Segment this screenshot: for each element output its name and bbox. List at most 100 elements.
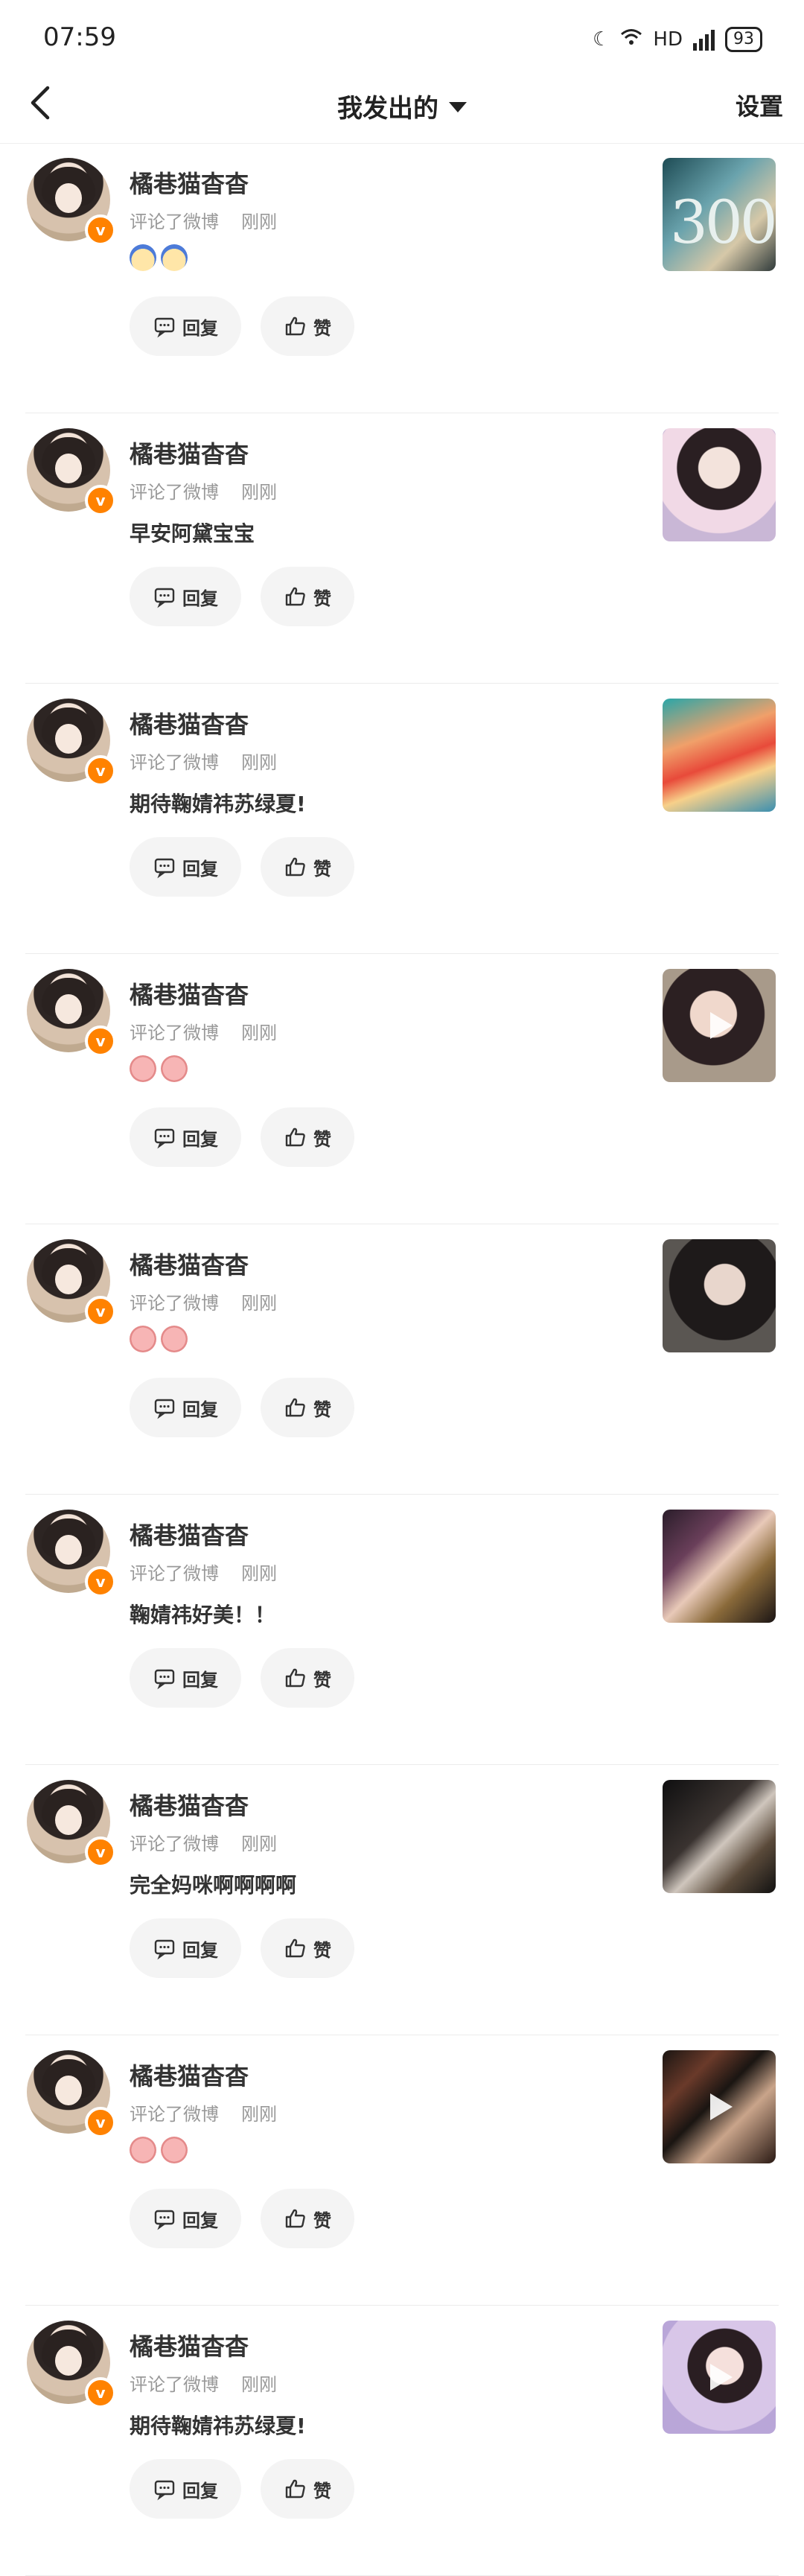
avatar[interactable]: v: [27, 2321, 116, 2408]
timestamp: 刚刚: [241, 1023, 277, 1043]
comment-text: 完全妈咪啊啊啊啊: [130, 1873, 297, 1898]
weibo-thumbnail[interactable]: 300: [663, 158, 776, 271]
avatar[interactable]: v: [27, 158, 116, 246]
comment-icon: [154, 1399, 175, 1419]
like-button[interactable]: 赞: [261, 1918, 354, 1978]
weibo-thumbnail[interactable]: [663, 2321, 776, 2434]
avatar-face: [55, 454, 82, 483]
weibo-thumbnail[interactable]: [663, 1239, 776, 1352]
user-name[interactable]: 橘巷猫杳杳: [130, 1517, 249, 1551]
thumbnail-text: 300: [670, 188, 776, 257]
thumbs-up-icon: [285, 857, 305, 877]
like-button[interactable]: 赞: [261, 567, 354, 626]
like-button[interactable]: 赞: [261, 1107, 354, 1167]
reply-button[interactable]: 回复: [130, 837, 241, 897]
avatar[interactable]: v: [27, 1239, 116, 1327]
comment-item[interactable]: v 橘巷猫杳杳 评论了微博 刚刚 回复 赞: [25, 954, 779, 1224]
reply-button[interactable]: 回复: [130, 296, 241, 356]
weibo-thumbnail[interactable]: [663, 2050, 776, 2163]
weibo-thumbnail[interactable]: [663, 969, 776, 1082]
verified-badge-icon: v: [85, 755, 116, 786]
action-text: 评论了微博: [130, 1563, 219, 1584]
weibo-thumbnail[interactable]: [663, 699, 776, 812]
comment-item[interactable]: v 橘巷猫杳杳 评论了微博 刚刚 期待鞠婧祎苏绿夏! 回复 赞: [25, 2306, 779, 2576]
user-name[interactable]: 橘巷猫杳杳: [130, 976, 249, 1011]
comment-icon: [154, 2210, 175, 2230]
thumbs-up-icon: [285, 2209, 305, 2228]
avatar-face: [55, 1535, 82, 1565]
timestamp: 刚刚: [241, 2104, 277, 2125]
reply-button[interactable]: 回复: [130, 2189, 241, 2248]
action-buttons: 回复 赞: [130, 2459, 354, 2519]
like-button[interactable]: 赞: [261, 2189, 354, 2248]
comment-item[interactable]: v 橘巷猫杳杳 评论了微博 刚刚 回复 赞: [25, 1224, 779, 1495]
verified-badge-icon: v: [85, 485, 116, 516]
baby-emoji-icon: [130, 244, 156, 271]
user-name[interactable]: 橘巷猫杳杳: [130, 1247, 249, 1281]
avatar[interactable]: v: [27, 969, 116, 1057]
thumbs-up-icon: [285, 587, 305, 606]
reply-label: 回复: [182, 1939, 218, 1961]
timestamp: 刚刚: [241, 1563, 277, 1584]
comment-meta: 评论了微博 刚刚: [130, 748, 277, 774]
action-buttons: 回复 赞: [130, 1648, 354, 1708]
timestamp: 刚刚: [241, 1834, 277, 1854]
comment-text: 期待鞠婧祎苏绿夏!: [130, 792, 306, 816]
reply-button[interactable]: 回复: [130, 1918, 241, 1978]
thumbs-up-icon: [285, 1128, 305, 1147]
timestamp: 刚刚: [241, 482, 277, 503]
like-button[interactable]: 赞: [261, 837, 354, 897]
avatar-face: [55, 1805, 82, 1835]
reply-label: 回复: [182, 858, 218, 880]
comment-item[interactable]: v 橘巷猫杳杳 评论了微博 刚刚 期待鞠婧祎苏绿夏! 回复 赞: [25, 684, 779, 954]
avatar[interactable]: v: [27, 1510, 116, 1597]
avatar-face: [55, 994, 82, 1024]
baby-emoji-icon: [161, 244, 188, 271]
avatar[interactable]: v: [27, 2050, 116, 2138]
avatar[interactable]: v: [27, 699, 116, 786]
user-name[interactable]: 橘巷猫杳杳: [130, 1787, 249, 1822]
user-name[interactable]: 橘巷猫杳杳: [130, 2328, 249, 2362]
weibo-thumbnail[interactable]: [663, 428, 776, 541]
user-name[interactable]: 橘巷猫杳杳: [130, 706, 249, 740]
wifi-icon: [620, 28, 642, 52]
like-button[interactable]: 赞: [261, 1378, 354, 1437]
reply-button[interactable]: 回复: [130, 1378, 241, 1437]
settings-button[interactable]: 设置: [736, 88, 783, 122]
comment-meta: 评论了微博 刚刚: [130, 2099, 277, 2125]
user-name[interactable]: 橘巷猫杳杳: [130, 2058, 249, 2092]
comment-item[interactable]: v 橘巷猫杳杳 评论了微博 刚刚 鞠婧祎好美！！ 回复 赞: [25, 1495, 779, 1765]
action-text: 评论了微博: [130, 1834, 219, 1854]
comment-item[interactable]: v 橘巷猫杳杳 评论了微博 刚刚 回复 赞: [25, 2035, 779, 2306]
comment-meta: 评论了微博 刚刚: [130, 1829, 277, 1855]
weibo-thumbnail[interactable]: [663, 1780, 776, 1893]
reply-button[interactable]: 回复: [130, 1107, 241, 1167]
page-title-dropdown[interactable]: 我发出的: [0, 88, 804, 124]
like-button[interactable]: 赞: [261, 296, 354, 356]
comment-item[interactable]: v 橘巷猫杳杳 评论了微博 刚刚 完全妈咪啊啊啊啊 回复 赞: [25, 1765, 779, 2035]
comment-item[interactable]: v 橘巷猫杳杳 评论了微博 刚刚 回复 赞 300: [25, 143, 779, 413]
avatar[interactable]: v: [27, 1780, 116, 1868]
reply-button[interactable]: 回复: [130, 2459, 241, 2519]
reply-button[interactable]: 回复: [130, 567, 241, 626]
thumbs-up-icon: [285, 1668, 305, 1688]
like-button[interactable]: 赞: [261, 2459, 354, 2519]
reply-button[interactable]: 回复: [130, 1648, 241, 1708]
reply-label: 回复: [182, 2210, 218, 2231]
avatar[interactable]: v: [27, 428, 116, 516]
comment-icon: [154, 2480, 175, 2501]
user-name[interactable]: 橘巷猫杳杳: [130, 436, 249, 470]
emoji-row: [130, 1055, 188, 1082]
user-name[interactable]: 橘巷猫杳杳: [130, 165, 249, 200]
battery-icon: 93: [725, 27, 762, 52]
like-button[interactable]: 赞: [261, 1648, 354, 1708]
page-title: 我发出的: [337, 94, 438, 124]
caret-down-icon: [449, 101, 467, 112]
comment-icon: [154, 1128, 175, 1149]
comment-text: 期待鞠婧祎苏绿夏!: [130, 2414, 306, 2438]
verified-badge-icon: v: [85, 1836, 116, 1868]
weibo-thumbnail[interactable]: [663, 1510, 776, 1623]
comment-item[interactable]: v 橘巷猫杳杳 评论了微博 刚刚 早安阿黛宝宝 回复 赞: [25, 413, 779, 684]
signal-icon: [693, 28, 715, 51]
nav-bar: 我发出的 设置: [0, 74, 804, 144]
